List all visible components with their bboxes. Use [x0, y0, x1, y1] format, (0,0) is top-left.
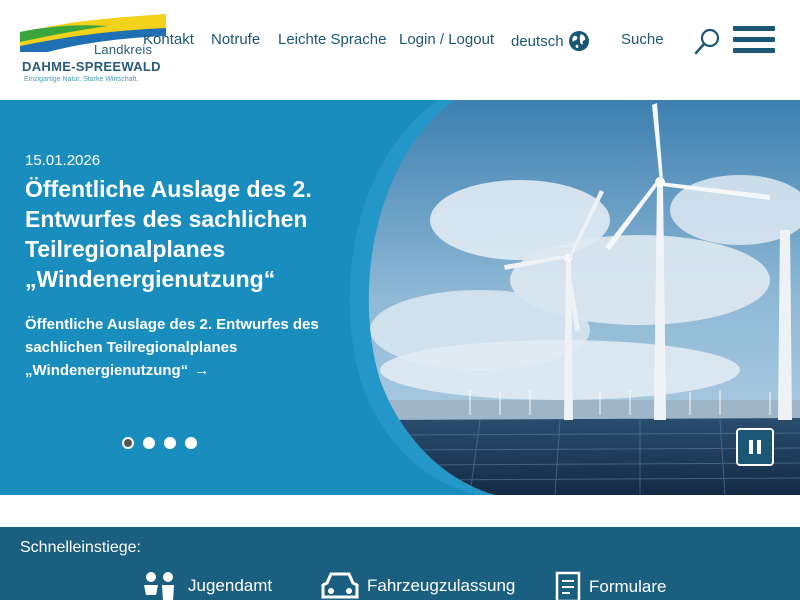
language-label: deutsch	[511, 32, 564, 50]
slider-dot-2[interactable]	[143, 437, 155, 449]
logo-line2: DAHME-SPREEWALD	[22, 59, 161, 74]
hero-title: Öffentliche Auslage des 2. Entwurfes des…	[25, 176, 312, 292]
arrow-right-icon: →	[194, 362, 210, 379]
search-label-link[interactable]: Suche	[621, 31, 664, 48]
nav-notrufe-link[interactable]: Notrufe	[211, 31, 260, 48]
quick-link-fahrzeugzulassung[interactable]: Fahrzeugzulassung	[321, 571, 515, 600]
quick-links-title: Schnelleinstiege:	[20, 539, 141, 556]
slider-dot-1[interactable]	[122, 437, 134, 449]
nav-kontakt-link[interactable]: Kontakt	[143, 31, 194, 48]
language-switcher[interactable]: deutsch	[511, 30, 590, 52]
hero-slider: 15.01.2026 Öffentliche Auslage des 2. En…	[0, 100, 800, 495]
slider-dot-4[interactable]	[185, 437, 197, 449]
quick-link-formulare[interactable]: Formulare	[555, 571, 666, 600]
logo-tagline: Einzigartige Natur. Starke Wirtschaft.	[24, 76, 139, 83]
hero-read-more-link[interactable]: Öffentliche Auslage des 2. Entwurfes des…	[25, 313, 355, 382]
quick-link-jugendamt[interactable]: Jugendamt	[140, 571, 272, 600]
quick-links-section: Schnelleinstiege: Jugendamt Fahrzeugzula…	[0, 527, 800, 600]
wind-turbines-image	[349, 100, 800, 495]
globe-icon	[568, 31, 589, 51]
slider-pagination	[122, 437, 197, 449]
site-header: Landkreis DAHME-SPREEWALD Einzigartige N…	[0, 0, 800, 100]
car-icon	[321, 572, 359, 599]
nav-leichte-sprache-link[interactable]: Leichte Sprache	[278, 31, 386, 48]
pause-button[interactable]	[736, 428, 774, 466]
search-icon[interactable]	[694, 27, 722, 55]
quick-link-label: Formulare	[589, 577, 667, 596]
children-icon	[144, 572, 174, 600]
document-icon	[555, 571, 581, 600]
hero-link-text: Öffentliche Auslage des 2. Entwurfes des…	[25, 316, 319, 379]
quick-link-label: Jugendamt	[188, 576, 273, 595]
nav-login-link[interactable]: Login / Logout	[399, 31, 494, 48]
site-logo[interactable]: Landkreis DAHME-SPREEWALD Einzigartige N…	[18, 12, 168, 88]
pause-icon	[749, 440, 753, 454]
hero-date: 15.01.2026	[25, 152, 101, 169]
slider-dot-3[interactable]	[164, 437, 176, 449]
hamburger-menu-icon[interactable]	[733, 26, 775, 58]
quick-link-label: Fahrzeugzulassung	[367, 576, 516, 595]
